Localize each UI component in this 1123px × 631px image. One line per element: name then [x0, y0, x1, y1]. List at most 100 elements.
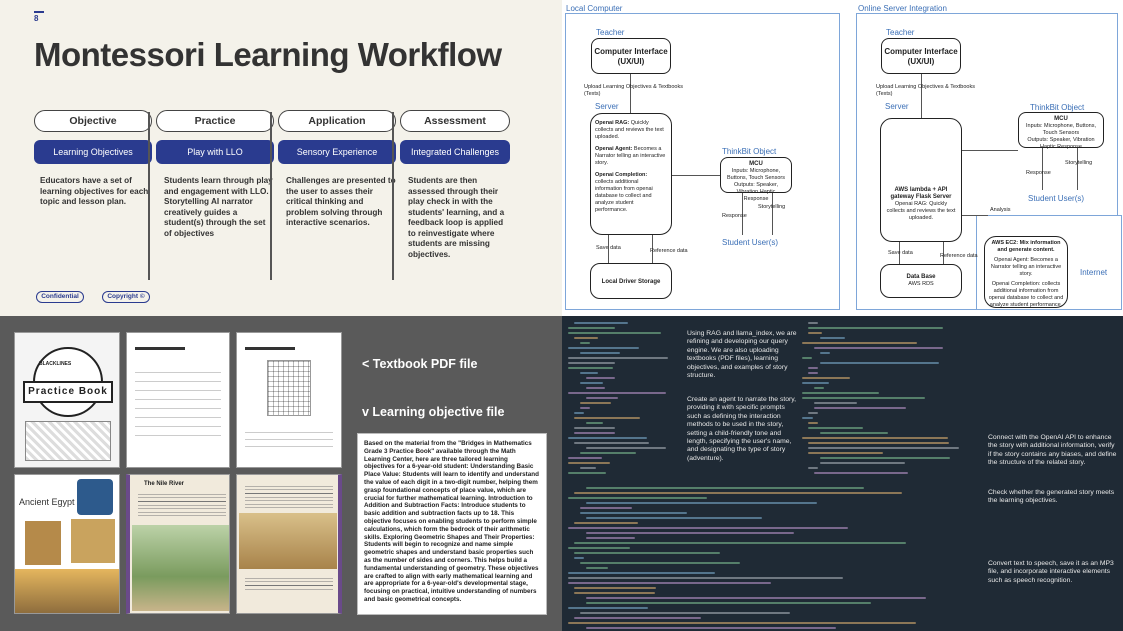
ancient-egypt-book: Ancient Egypt: [14, 474, 120, 614]
code-line: [586, 532, 795, 534]
node-label: AWS lambda + API gateway Flask Server: [890, 187, 952, 200]
node-label: Computer Interface (UX/UI): [884, 47, 958, 66]
code-line: [586, 447, 667, 449]
arrow: [672, 175, 720, 176]
server-label: Server: [885, 102, 909, 111]
code-line: [808, 412, 818, 414]
divider: [148, 112, 150, 280]
code-line: [580, 512, 688, 514]
practice-book-cover: BLACKLINES Practice Book: [14, 332, 120, 468]
code-line: [580, 402, 611, 404]
book-title: Practice Book: [23, 381, 113, 403]
save-data-label: Save data: [888, 250, 913, 256]
reference-data-label: Reference data: [650, 248, 688, 254]
code-line: [574, 522, 638, 524]
mcu-node: MCU Inputs: Microphone, Buttons, Touch S…: [720, 157, 792, 202]
code-line: [586, 422, 603, 424]
server-completion-text: Openai Completion: collects additional i…: [595, 172, 653, 213]
code-line: [808, 372, 818, 374]
learning-objective-text: Based on the material from the "Bridges …: [357, 433, 547, 615]
database-node: Data Base AWS RDS: [880, 264, 962, 298]
code-line: [568, 607, 648, 609]
column-header: Objective: [34, 110, 152, 132]
code-line: [580, 352, 620, 354]
code-line: [808, 442, 949, 444]
mcu-inputs: Inputs: Microphone, Buttons, Touch Senso…: [727, 168, 785, 181]
internet-label: Internet: [1080, 268, 1108, 277]
aws-rag-text: Openai RAG: Quickly collects and reviews…: [886, 201, 956, 221]
egypt-story-page: [236, 474, 342, 614]
code-line: [568, 332, 662, 334]
column-description: Challenges are presented to the user to …: [286, 176, 396, 227]
column-description: Educators have a set of learning objecti…: [40, 176, 149, 206]
code-line: [586, 602, 872, 604]
code-line: [568, 622, 916, 624]
tts-note: Convert text to speech, save it as an MP…: [988, 560, 1114, 584]
code-line: [574, 587, 656, 589]
openai-note: Connect with the OpenAI API to enhance t…: [988, 434, 1117, 467]
objective-label: v Learning objective file: [362, 405, 505, 419]
code-line: [580, 467, 597, 469]
ec2-title: AWS EC2: Mix information and generate co…: [991, 240, 1061, 253]
nile-title: The Nile River: [144, 481, 185, 487]
code-line: [814, 387, 824, 389]
column-header: Assessment: [400, 110, 510, 132]
code-line: [580, 612, 791, 614]
node-label: MCU: [749, 161, 763, 167]
response-label: Response: [1026, 170, 1051, 176]
arrow: [962, 150, 1018, 151]
code-line: [586, 567, 608, 569]
code-line: [586, 627, 836, 629]
check-note: Check whether the generated story meets …: [988, 489, 1115, 505]
code-line: [574, 337, 599, 339]
mcu-outputs: Outputs: Speaker, Vibration Haptic Respo…: [733, 182, 779, 202]
code-line: [802, 417, 814, 419]
student-users-label: Student User(s): [1028, 194, 1085, 203]
code-panel: Using RAG and llama_index, we are refini…: [562, 316, 1123, 631]
code-line: [568, 437, 647, 439]
node-label: Computer Interface (UX/UI): [594, 47, 668, 66]
code-line: [586, 397, 618, 399]
storytelling-label: Storytelling: [758, 204, 786, 210]
column-assessment: Assessment Integrated Challenges Student…: [400, 110, 510, 260]
arrow: [1042, 148, 1043, 190]
mcu-outputs: Outputs: Speaker, Vibration Haptic Respo…: [1027, 137, 1095, 150]
arrow: [1077, 148, 1078, 190]
code-line: [568, 392, 667, 394]
mcu-node: MCU Inputs: Microphone, Buttons, Touch S…: [1018, 112, 1104, 150]
thinkbit-label: ThinkBit Object: [1030, 103, 1085, 112]
column-application: Application Sensory Experience Challenge…: [278, 110, 396, 229]
code-line: [574, 432, 615, 434]
database-sub: AWS RDS: [908, 281, 934, 287]
code-line: [568, 527, 848, 529]
code-line: [580, 452, 636, 454]
column-header: Practice: [156, 110, 274, 132]
node-label: Local Driver Storage: [601, 279, 661, 285]
code-line: [580, 342, 590, 344]
code-line: [568, 457, 603, 459]
code-line: [808, 447, 959, 449]
code-line: [574, 412, 584, 414]
agent-note: Create an agent to narrate the story, pr…: [687, 396, 797, 462]
code-line: [568, 572, 716, 574]
code-line: [802, 437, 948, 439]
node-label: Data Base: [906, 274, 936, 280]
confidential-badge: Confidential: [36, 291, 84, 303]
code-line: [802, 392, 880, 394]
code-line: [586, 487, 864, 489]
student-users-label: Student User(s): [722, 238, 779, 247]
code-line: [808, 332, 823, 334]
code-line: [574, 442, 650, 444]
code-line: [568, 497, 708, 499]
code-line: [808, 427, 864, 429]
code-line: [820, 432, 888, 434]
code-line: [574, 552, 720, 554]
code-line: [580, 562, 741, 564]
code-line: [580, 407, 590, 409]
code-line: [568, 327, 616, 329]
column-tag: Learning Objectives: [34, 140, 152, 164]
rag-note: Using RAG and llama_index, we are refini…: [687, 330, 797, 380]
ec2-completion: Openai Completion: collects additional i…: [988, 281, 1064, 308]
code-line: [568, 347, 640, 349]
response-label: Response: [722, 213, 747, 219]
